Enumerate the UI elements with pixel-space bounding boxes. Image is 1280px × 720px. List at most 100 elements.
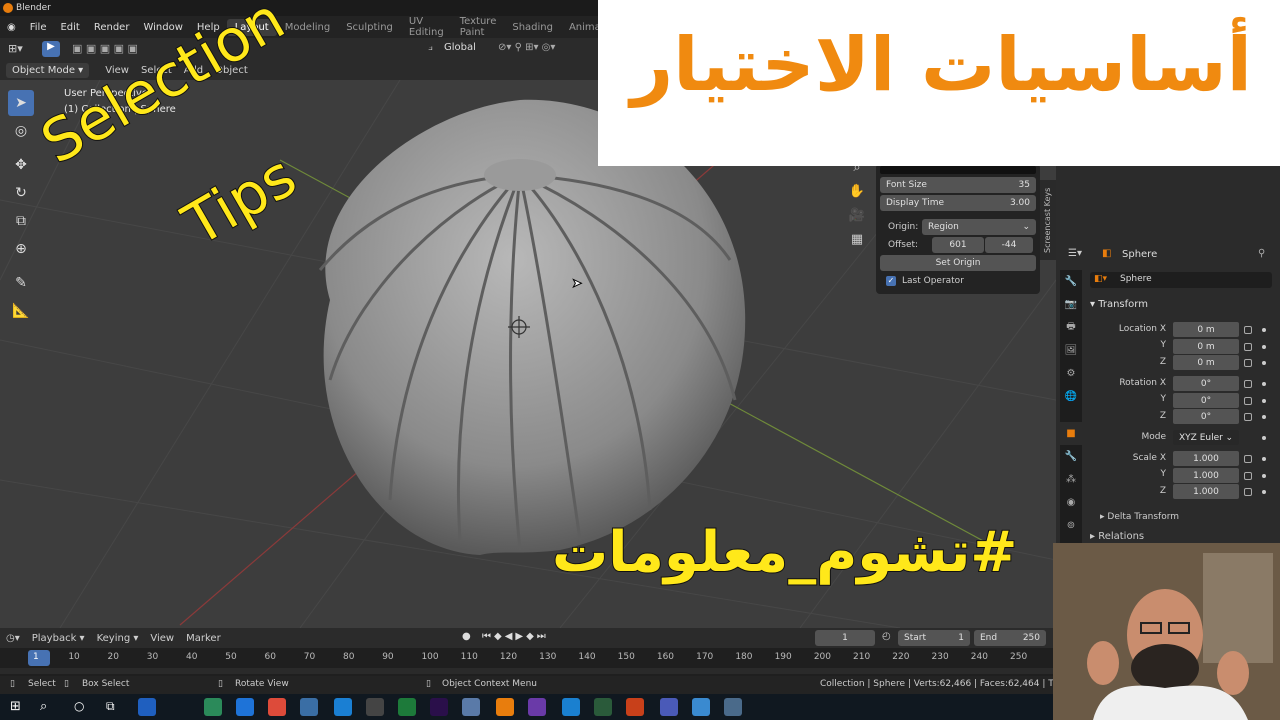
color-swatch[interactable] bbox=[880, 166, 1036, 174]
lock-icon[interactable] bbox=[1244, 343, 1252, 351]
start-frame-field[interactable]: Start 1 bbox=[898, 630, 970, 646]
location-x-field[interactable]: 0 m bbox=[1173, 322, 1239, 337]
tool-tab-icon[interactable]: 🔧 bbox=[1060, 270, 1082, 293]
search-icon[interactable]: ⌕ bbox=[40, 699, 47, 714]
keyframe-dot-icon[interactable] bbox=[1262, 436, 1266, 440]
photos-icon[interactable] bbox=[462, 698, 480, 716]
lock-icon[interactable] bbox=[1244, 413, 1252, 421]
display-time-field[interactable]: Display Time 3.00 bbox=[880, 195, 1036, 211]
pin-icon[interactable]: ⚲ bbox=[1258, 248, 1265, 259]
snip-icon[interactable] bbox=[724, 698, 742, 716]
constraints-tab-icon[interactable]: ⊚ bbox=[1060, 514, 1082, 537]
rotation-y-field[interactable]: 0° bbox=[1173, 393, 1239, 408]
origin-dropdown[interactable]: Region ⌄ bbox=[922, 219, 1036, 235]
cortana-icon[interactable]: ○ bbox=[74, 699, 84, 713]
transform-orientation-dropdown[interactable]: Global bbox=[444, 42, 476, 53]
timeline-menu-view[interactable]: View bbox=[144, 633, 180, 644]
physics-tab-icon[interactable]: ◉ bbox=[1060, 491, 1082, 514]
timeline-menu-marker[interactable]: Marker bbox=[180, 633, 227, 644]
keyframe-dot-icon[interactable] bbox=[1262, 399, 1266, 403]
grid-icon[interactable]: ▦ bbox=[845, 232, 869, 256]
keyframe-dot-icon[interactable] bbox=[1262, 415, 1266, 419]
lock-icon[interactable] bbox=[1244, 397, 1252, 405]
rotate-tool-icon[interactable]: ↻ bbox=[8, 180, 34, 206]
scale-tool-icon[interactable]: ⧉ bbox=[8, 208, 34, 234]
workspace-tab-shading[interactable]: Shading bbox=[504, 19, 561, 36]
view-layer-tab-icon[interactable]: 🖼 bbox=[1060, 339, 1082, 362]
lock-icon[interactable] bbox=[1244, 455, 1252, 463]
lock-icon[interactable] bbox=[1244, 326, 1252, 334]
screencast-keys-tab[interactable]: Screencast Keys bbox=[1040, 180, 1056, 260]
mail-icon[interactable] bbox=[334, 698, 352, 716]
keyframe-dot-icon[interactable] bbox=[1262, 490, 1266, 494]
menu-file[interactable]: File bbox=[23, 22, 54, 33]
delta-transform-panel[interactable]: ▸ Delta Transform bbox=[1100, 512, 1179, 522]
pan-hand-icon[interactable]: ✋ bbox=[845, 184, 869, 208]
excel-icon[interactable] bbox=[398, 698, 416, 716]
camera-icon[interactable]: 🎥 bbox=[845, 208, 869, 232]
edge-icon[interactable] bbox=[204, 698, 222, 716]
keyframe-dot-icon[interactable] bbox=[1262, 382, 1266, 386]
object-mode-dropdown[interactable]: Object Mode ▾ bbox=[6, 62, 90, 78]
timeline-scrollbar[interactable] bbox=[0, 668, 1056, 674]
store-icon[interactable] bbox=[300, 698, 318, 716]
rotation-z-field[interactable]: 0° bbox=[1173, 409, 1239, 424]
vscode-icon[interactable] bbox=[562, 698, 580, 716]
timeline-menu-playback[interactable]: Playback ▾ bbox=[26, 633, 91, 644]
blender-taskbar-icon[interactable] bbox=[496, 698, 514, 716]
premiere-icon[interactable] bbox=[430, 698, 448, 716]
notes-icon[interactable] bbox=[692, 698, 710, 716]
select-box-tool-icon[interactable]: ➤ bbox=[8, 90, 34, 116]
edge-legacy-icon[interactable] bbox=[236, 698, 254, 716]
offset-x-field[interactable]: 601 bbox=[932, 237, 984, 253]
render-tab-icon[interactable]: 📷 bbox=[1060, 293, 1082, 316]
keyframe-dot-icon[interactable] bbox=[1262, 474, 1266, 478]
record-icon[interactable]: ● bbox=[462, 631, 471, 642]
offset-y-field[interactable]: -44 bbox=[985, 237, 1033, 253]
workspace-tab-texture-paint[interactable]: Texture Paint bbox=[452, 13, 505, 41]
visual-studio-icon[interactable] bbox=[528, 698, 546, 716]
relations-panel[interactable]: ▸ Relations bbox=[1090, 531, 1144, 542]
chrome-icon[interactable] bbox=[268, 698, 286, 716]
workspace-tab-uv-editing[interactable]: UV Editing bbox=[401, 13, 452, 41]
timeline-menu-keying[interactable]: Keying ▾ bbox=[91, 633, 145, 644]
object-tab-icon[interactable]: ■ bbox=[1060, 422, 1082, 445]
keyframe-dot-icon[interactable] bbox=[1262, 361, 1266, 365]
world-tab-icon[interactable]: 🌐 bbox=[1060, 385, 1082, 408]
location-z-field[interactable]: 0 m bbox=[1173, 355, 1239, 370]
clock-icon[interactable]: ◴ bbox=[882, 631, 891, 642]
datablock-name-field[interactable]: ◧▾ Sphere bbox=[1090, 272, 1272, 288]
menu-edit[interactable]: Edit bbox=[53, 22, 86, 33]
lock-icon[interactable] bbox=[1244, 472, 1252, 480]
scale-x-field[interactable]: 1.000 bbox=[1173, 451, 1239, 466]
properties-editor-icon[interactable]: ☰▾ bbox=[1068, 248, 1082, 259]
end-frame-field[interactable]: End 250 bbox=[974, 630, 1046, 646]
playback-controls-icons[interactable]: ⏮◆◀▶◆⏭ bbox=[482, 631, 549, 642]
menu-render[interactable]: Render bbox=[87, 22, 137, 33]
set-origin-button[interactable]: Set Origin bbox=[880, 255, 1036, 271]
modifier-tab-icon[interactable]: 🔧 bbox=[1060, 445, 1082, 468]
lock-icon[interactable] bbox=[1244, 380, 1252, 388]
timeline-ruler[interactable]: 1 10 20 30 40 50 60 70 80 90 100 110 120 130 140 150 160… bbox=[0, 648, 1056, 676]
blender-menu-icon[interactable]: ◉ bbox=[0, 22, 23, 33]
keyframe-dot-icon[interactable] bbox=[1262, 457, 1266, 461]
measure-tool-icon[interactable]: 📐 bbox=[8, 298, 34, 324]
scale-z-field[interactable]: 1.000 bbox=[1173, 484, 1239, 499]
transform-tool-icon[interactable]: ⊕ bbox=[8, 236, 34, 262]
keyframe-dot-icon[interactable] bbox=[1262, 345, 1266, 349]
lock-icon[interactable] bbox=[1244, 359, 1252, 367]
selection-mode-icons[interactable]: ▣ ▣ ▣ ▣ ▣ bbox=[72, 42, 138, 55]
transform-panel-header[interactable]: ▾ Transform bbox=[1090, 299, 1148, 310]
font-size-field[interactable]: Font Size 35 bbox=[880, 177, 1036, 193]
rotation-mode-dropdown[interactable]: XYZ Euler ⌄ bbox=[1173, 430, 1239, 445]
pivot-snap-icons[interactable]: ⊘▾ ⚲ ⊞▾ ◎▾ bbox=[498, 42, 555, 53]
lock-icon[interactable] bbox=[1244, 488, 1252, 496]
sphere-mesh[interactable] bbox=[318, 99, 746, 555]
photo-editor-icon[interactable] bbox=[594, 698, 612, 716]
obs-icon[interactable] bbox=[366, 698, 384, 716]
current-frame-field[interactable]: 1 bbox=[815, 630, 875, 646]
output-tab-icon[interactable]: 🖶 bbox=[1060, 316, 1082, 339]
editor-type-icon[interactable]: ⊞▾ bbox=[8, 42, 23, 55]
particles-tab-icon[interactable]: ⁂ bbox=[1060, 468, 1082, 491]
playhead[interactable] bbox=[28, 650, 50, 666]
